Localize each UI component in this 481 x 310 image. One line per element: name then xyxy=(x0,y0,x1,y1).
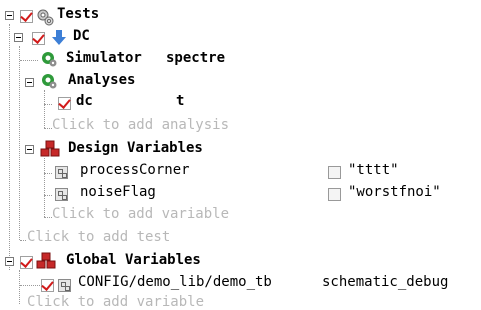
variable-icon xyxy=(55,188,68,201)
tree-line-globals xyxy=(19,270,20,304)
add-test-hint[interactable]: Click to add test xyxy=(27,229,170,245)
tree-hline xyxy=(44,104,52,105)
global-variable-name[interactable]: CONFIG/demo_lib/demo_tb xyxy=(78,274,272,290)
add-analysis-hint[interactable]: Click to add analysis xyxy=(52,117,229,133)
dc-analysis-label[interactable]: dc xyxy=(76,93,93,109)
global-variables-cubes-icon xyxy=(36,252,56,269)
down-arrow-icon xyxy=(52,30,66,45)
variable-name[interactable]: processCorner xyxy=(80,162,190,178)
expander-design-variables[interactable] xyxy=(25,145,34,154)
expander-tests[interactable] xyxy=(5,11,14,20)
variable-value[interactable]: "worstfnoi" xyxy=(348,184,441,200)
gears-icon xyxy=(37,9,54,26)
variable-icon xyxy=(58,279,71,292)
tree-line-designvars xyxy=(44,158,45,217)
variable-name[interactable]: noiseFlag xyxy=(80,184,156,200)
config-checkbox[interactable] xyxy=(41,279,54,292)
tree-hline xyxy=(20,240,26,241)
simulator-value[interactable]: spectre xyxy=(166,50,225,66)
tests-label[interactable]: Tests xyxy=(57,6,99,22)
dc-analysis-checkbox[interactable] xyxy=(58,97,71,110)
tree-hline xyxy=(44,128,52,129)
tree-hline xyxy=(44,173,52,174)
global-variables-label[interactable]: Global Variables xyxy=(66,252,201,268)
design-variables-cubes-icon xyxy=(40,140,60,157)
variable-value[interactable]: "tttt" xyxy=(348,162,399,178)
global-variable-value[interactable]: schematic_debug xyxy=(322,274,448,290)
dc-test-label[interactable]: DC xyxy=(73,28,90,44)
tree-hline xyxy=(20,60,38,61)
variable-checkbox[interactable] xyxy=(328,166,341,179)
simulator-gear-icon xyxy=(42,52,57,67)
global-variables-checkbox[interactable] xyxy=(20,256,33,269)
tree-hline xyxy=(44,195,52,196)
tree-hline xyxy=(44,217,52,218)
tests-checkbox[interactable] xyxy=(20,10,33,23)
design-variables-label[interactable]: Design Variables xyxy=(68,140,203,156)
dc-analysis-value[interactable]: t xyxy=(176,93,184,109)
variable-icon xyxy=(55,166,68,179)
expander-analyses[interactable] xyxy=(25,78,34,87)
tree-line-analyses xyxy=(44,90,45,128)
analyses-gear-icon xyxy=(42,74,57,89)
tree-line-root xyxy=(9,24,10,270)
add-variable-hint[interactable]: Click to add variable xyxy=(52,206,229,222)
analyses-label[interactable]: Analyses xyxy=(68,72,135,88)
tree-line-dc xyxy=(19,46,20,240)
expander-dc[interactable] xyxy=(14,33,23,42)
variable-checkbox[interactable] xyxy=(328,188,341,201)
expander-global-variables[interactable] xyxy=(5,257,14,266)
simulator-label: Simulator xyxy=(66,50,142,66)
dc-test-checkbox[interactable] xyxy=(32,32,45,45)
add-global-variable-hint[interactable]: Click to add variable xyxy=(27,294,204,310)
